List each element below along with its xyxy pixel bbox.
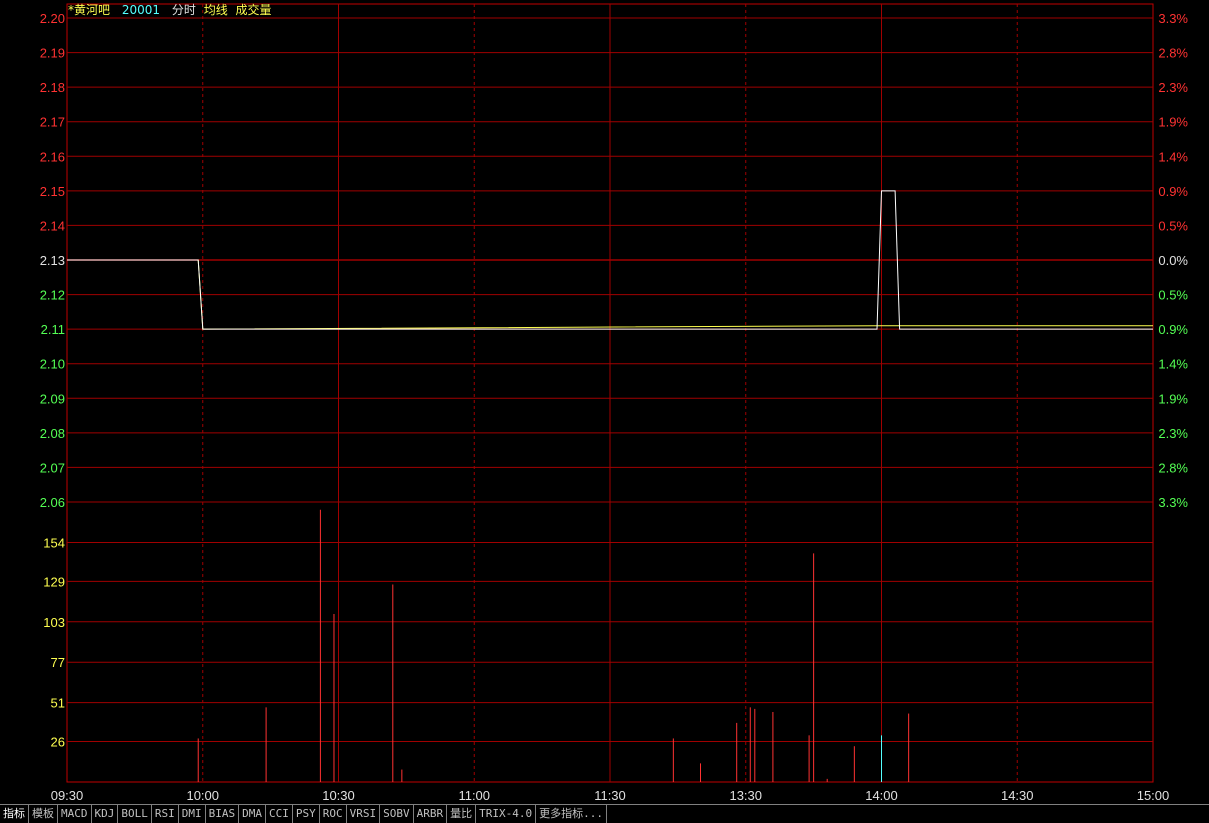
price-axis-left: 2.20 2.19 2.18 2.17 2.16 2.15 2.14 2.13 2.12 2.11… [40, 11, 65, 510]
tab-indicator[interactable]: DMA [239, 805, 266, 823]
percent-tick-label: 1.9% [1158, 391, 1188, 406]
view-mode-label: 分时 [171, 3, 196, 17]
price-tick-label: 2.16 [40, 149, 65, 164]
tab-indicator[interactable]: DMI [179, 805, 206, 823]
intraday-chart[interactable]: 2.20 2.19 2.18 2.17 2.16 2.15 2.14 2.13 2.12 2.11… [0, 0, 1209, 822]
price-tick-label: 2.10 [40, 357, 65, 372]
price-tick-label: 2.07 [40, 460, 65, 475]
tab-indicator[interactable]: 指标 [0, 805, 29, 823]
percent-tick-label: 0.5% [1158, 288, 1188, 303]
price-tick-label: 2.14 [40, 218, 65, 233]
time-axis: 09:30 10:00 10:30 11:00 11:30 13:30 14:00 14:30… [51, 788, 1170, 803]
percent-tick-label: 2.8% [1158, 460, 1188, 475]
time-tick-label: 14:00 [865, 788, 898, 803]
chart-title-bar: *黄河吧 20001 分时 均线 成交量 [68, 2, 280, 18]
time-tick-label: 15:00 [1137, 788, 1170, 803]
volume-tick-label: 154 [43, 535, 65, 550]
price-tick-label: 2.12 [40, 288, 65, 303]
volume-tick-label: 26 [51, 735, 65, 750]
tab-indicator[interactable]: 模板 [29, 805, 58, 823]
tab-indicator[interactable]: 量比 [447, 805, 477, 823]
volume-label: 成交量 [235, 3, 272, 17]
stock-name: *黄河吧 [68, 3, 111, 17]
time-tick-label: 11:30 [594, 788, 626, 803]
tab-indicator[interactable]: KDJ [92, 805, 119, 823]
volume-tick-label: 51 [51, 696, 65, 711]
percent-tick-label: 2.8% [1158, 46, 1188, 61]
tab-indicator[interactable]: ARBR [414, 805, 448, 823]
percent-tick-label: 3.3% [1158, 495, 1188, 510]
percent-tick-label: 0.5% [1158, 218, 1188, 233]
price-tick-label: 2.06 [40, 495, 65, 510]
price-tick-label: 2.13 [40, 253, 65, 268]
tab-indicator[interactable]: 更多指标... [536, 805, 607, 823]
time-tick-label: 13:30 [729, 788, 762, 803]
tab-indicator[interactable]: SOBV [380, 805, 414, 823]
price-tick-label: 2.08 [40, 426, 65, 441]
price-tick-label: 2.11 [41, 322, 65, 337]
tab-indicator[interactable]: CCI [266, 805, 293, 823]
price-tick-label: 2.18 [40, 80, 65, 95]
tab-indicator[interactable]: MACD [58, 805, 92, 823]
tab-indicator[interactable]: BIAS [206, 805, 240, 823]
percent-tick-label: 2.3% [1158, 426, 1188, 441]
avg-line-label: 均线 [203, 3, 228, 17]
chart-background [0, 0, 1209, 822]
percent-tick-label: 0.9% [1158, 184, 1188, 199]
tab-indicator[interactable]: ROC [320, 805, 347, 823]
tab-indicator[interactable]: TRIX-4.0 [476, 805, 537, 823]
percent-tick-label: 0.0% [1158, 253, 1188, 268]
stock-code: 20001 [121, 3, 161, 17]
price-tick-label: 2.19 [40, 46, 65, 61]
percent-axis-right: 3.3% 2.8% 2.3% 1.9% 1.4% 0.9% 0.5% 0.0% 0.5% 0.9%… [1158, 11, 1188, 510]
tab-indicator[interactable]: BOLL [118, 805, 152, 823]
price-tick-label: 2.17 [40, 115, 65, 130]
tab-indicator[interactable]: VRSI [347, 805, 381, 823]
time-tick-label: 09:30 [51, 788, 84, 803]
percent-tick-label: 2.3% [1158, 80, 1188, 95]
percent-tick-label: 3.3% [1158, 11, 1188, 26]
tab-indicator[interactable]: PSY [293, 805, 320, 823]
price-tick-label: 2.20 [40, 11, 65, 26]
volume-tick-label: 129 [43, 574, 65, 589]
time-tick-label: 10:00 [186, 788, 219, 803]
time-tick-label: 14:30 [1001, 788, 1034, 803]
price-tick-label: 2.09 [40, 391, 65, 406]
time-tick-label: 10:30 [322, 788, 355, 803]
percent-tick-label: 0.9% [1158, 322, 1188, 337]
percent-tick-label: 1.4% [1158, 357, 1188, 372]
percent-tick-label: 1.9% [1158, 115, 1188, 130]
volume-tick-label: 77 [51, 655, 65, 670]
time-tick-label: 11:00 [458, 788, 490, 803]
indicator-tab-bar: 指标 模板 MACD KDJ BOLL RSI DMI BIAS DMA CCI PSY ROC VRS… [0, 804, 1209, 823]
tab-indicator[interactable]: RSI [152, 805, 179, 823]
price-tick-label: 2.15 [40, 184, 65, 199]
volume-tick-label: 103 [43, 615, 65, 630]
percent-tick-label: 1.4% [1158, 149, 1188, 164]
